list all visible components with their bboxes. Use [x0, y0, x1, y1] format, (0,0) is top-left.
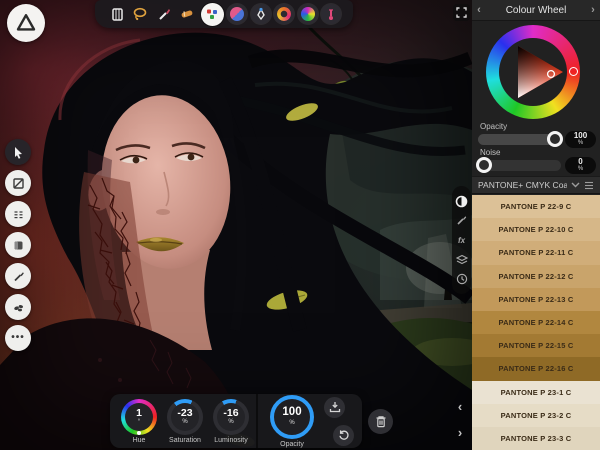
hue-dial-marker	[137, 431, 141, 435]
reset-icon[interactable]	[333, 425, 354, 446]
artwork-portrait	[0, 0, 472, 450]
opacity-label: Opacity	[480, 122, 507, 131]
panel-chevron-right-icon[interactable]: ›	[586, 4, 600, 16]
brush-tool-icon[interactable]	[5, 263, 31, 289]
swatch-row[interactable]: PANTONE P 22-9 C	[472, 195, 600, 218]
noise-slider-knob[interactable]	[476, 157, 492, 173]
swatch-label: PANTONE P 22-13 C	[498, 295, 573, 304]
eraser-icon[interactable]	[177, 4, 197, 24]
merge-icon[interactable]	[324, 397, 345, 418]
swatch-row[interactable]: PANTONE P 23-2 C	[472, 404, 600, 427]
hue-marker[interactable]	[569, 67, 578, 76]
selection-refine-tool-icon[interactable]	[5, 201, 31, 227]
swatch-label: PANTONE P 23-3 C	[501, 434, 572, 443]
chevron-right-icon[interactable]: ›	[453, 425, 467, 441]
paint-brush-icon[interactable]	[154, 4, 174, 24]
chevron-left-icon[interactable]: ‹	[453, 399, 467, 415]
swatch-row[interactable]: PANTONE P 22-12 C	[472, 265, 600, 288]
colour-palette-icon[interactable]	[298, 4, 318, 24]
saturation-triangle[interactable]	[499, 38, 567, 106]
swatch-grid-icon[interactable]	[584, 181, 594, 190]
colour-panel-header: ‹ Colour Wheel ›	[472, 0, 600, 21]
swatch-set-label: PANTONE+ CMYK Coated	[478, 180, 567, 190]
swatch-label: PANTONE P 22-11 C	[499, 248, 574, 257]
luminosity-dial-label: Luminosity	[214, 437, 247, 444]
opacity-slider[interactable]	[478, 134, 561, 145]
adjustment-actions	[324, 397, 354, 446]
swatch-label: PANTONE P 22-10 C	[498, 225, 573, 234]
lasso-icon[interactable]	[130, 4, 150, 24]
chevron-down-icon	[571, 182, 580, 188]
swatch-row[interactable]: PANTONE P 22-10 C	[472, 218, 600, 241]
affinity-logo-icon[interactable]	[7, 4, 45, 42]
swatch-label: PANTONE P 23-2 C	[501, 411, 572, 420]
levels-icon[interactable]	[321, 4, 341, 24]
move-tool-icon[interactable]	[5, 139, 31, 165]
colour-panel: ‹ Colour Wheel ›	[472, 0, 600, 450]
pages-icon[interactable]	[107, 4, 127, 24]
brush-tab-icon[interactable]	[454, 213, 469, 228]
hue-dial-label: Hue	[133, 437, 146, 444]
swatch-row[interactable]: PANTONE P 22-13 C	[472, 288, 600, 311]
canvas[interactable]	[0, 0, 472, 450]
colour-tab-icon[interactable]	[454, 194, 469, 209]
app-window: ••• fx ‹ › ‹ Colour Wheel ›	[0, 0, 600, 450]
opacity-section: 100 % Opacity	[258, 395, 399, 448]
retouch-tool-icon[interactable]	[5, 294, 31, 320]
noise-slider[interactable]	[478, 160, 561, 171]
layer-opacity-label: Opacity	[280, 441, 304, 448]
panel-title: Colour Wheel	[486, 5, 586, 16]
vector-pen-icon[interactable]	[251, 4, 271, 24]
swatch-row[interactable]: PANTONE P 23-1 C	[472, 381, 600, 404]
delete-icon[interactable]	[368, 409, 393, 434]
overlay-icon[interactable]	[274, 4, 294, 24]
panel-chevron-left-icon[interactable]: ‹	[472, 4, 486, 16]
swatch-set-dropdown[interactable]: PANTONE+ CMYK Coated	[472, 176, 600, 194]
transform-tool-icon[interactable]	[5, 170, 31, 196]
saturation-dial-label: Saturation	[169, 437, 201, 444]
luminosity-dial[interactable]: -16 % Luminosity	[210, 399, 252, 444]
opacity-slider-row: 100 %	[478, 131, 596, 147]
swatch-list: PANTONE P 22-9 C PANTONE P 22-10 C PANTO…	[472, 195, 600, 450]
swatch-row[interactable]: PANTONE P 22-16 C	[472, 357, 600, 380]
expand-icon[interactable]	[453, 4, 470, 21]
swatch-row[interactable]: PANTONE P 22-11 C	[472, 241, 600, 264]
saturation-dial[interactable]: -23 % Saturation	[164, 399, 206, 444]
swatch-label: PANTONE P 22-14 C	[498, 318, 573, 327]
adjustments-icon[interactable]	[201, 3, 224, 26]
gradient-tool-icon[interactable]	[5, 232, 31, 258]
swatch-row[interactable]: PANTONE P 22-15 C	[472, 334, 600, 357]
hsl-adjustment-bar: 1 ° Hue -23 % Saturation	[110, 394, 362, 448]
swatch-label: PANTONE P 22-15 C	[498, 341, 573, 350]
noise-value[interactable]: 0 %	[565, 157, 596, 174]
layers-tab-icon[interactable]	[454, 252, 469, 267]
more-tools-icon[interactable]: •••	[5, 325, 31, 351]
swatch-label: PANTONE P 23-1 C	[501, 388, 572, 397]
swatch-row[interactable]: PANTONE P 22-14 C	[472, 311, 600, 334]
left-toolbar: •••	[5, 139, 31, 351]
opacity-value[interactable]: 100 %	[565, 131, 596, 148]
panel-tab-strip: fx	[452, 186, 471, 294]
swatch-label: PANTONE P 22-12 C	[498, 272, 573, 281]
noise-label: Noise	[480, 148, 500, 157]
noise-slider-row: 0 %	[478, 157, 596, 173]
top-toolbar	[95, 0, 353, 28]
swatch-row[interactable]: PANTONE P 23-3 C	[472, 427, 600, 450]
hue-dial[interactable]: 1 ° Hue	[118, 399, 160, 444]
filters-icon[interactable]	[227, 4, 247, 24]
opacity-slider-knob[interactable]	[547, 131, 563, 147]
hsl-dials: 1 ° Hue -23 % Saturation	[110, 399, 256, 444]
layer-opacity-dial[interactable]: 100 % Opacity	[266, 395, 318, 448]
swatch-label: PANTONE P 22-9 C	[501, 202, 572, 211]
fx-tab-icon[interactable]: fx	[454, 233, 469, 248]
swatch-label: PANTONE P 22-16 C	[498, 364, 573, 373]
colour-wheel[interactable]	[472, 21, 600, 123]
history-tab-icon[interactable]	[454, 272, 469, 287]
